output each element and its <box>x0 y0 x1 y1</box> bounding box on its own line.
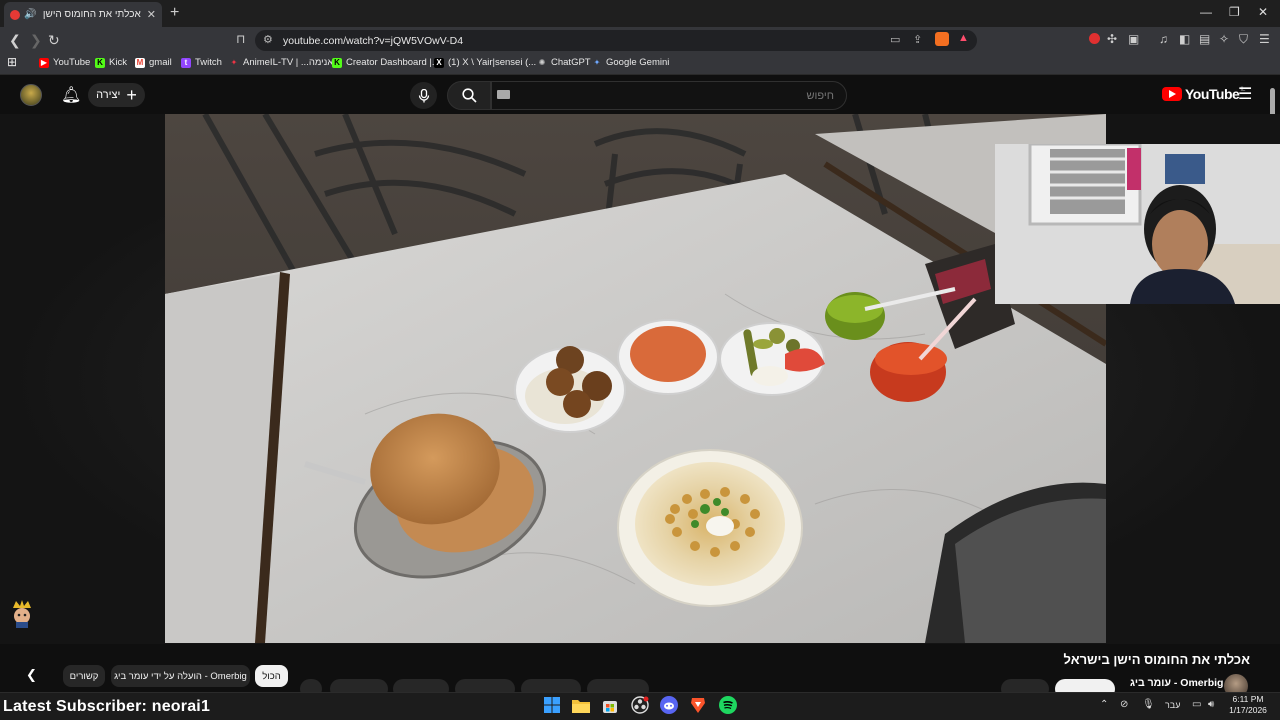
bookmark-gmail[interactable]: Mgmail <box>135 57 172 68</box>
guide-menu-icon[interactable]: ☰ <box>1238 84 1252 104</box>
file-explorer-icon[interactable] <box>572 696 590 714</box>
url-text: youtube.com/watch?v=jQW5VOwV-D4 <box>283 34 464 47</box>
search-input[interactable] <box>491 81 847 110</box>
volume-icon[interactable]: 🔊︎ <box>1208 699 1214 710</box>
microphone-icon <box>418 88 429 102</box>
keyboard-icon[interactable] <box>497 90 510 99</box>
video-player[interactable] <box>165 114 1106 643</box>
brave-shields-icon[interactable] <box>935 32 949 46</box>
recording-icon <box>10 9 20 20</box>
close-tab-icon[interactable]: ✕ <box>147 8 156 21</box>
minimize-icon[interactable]: — <box>1200 5 1212 19</box>
brave-rewards-icon[interactable]: ▲ <box>958 32 969 44</box>
create-label: יצירה <box>96 89 121 101</box>
vpn-shield-icon[interactable]: ⛉ <box>1239 32 1248 47</box>
animeil-icon: ✦ <box>230 57 238 67</box>
extensions-icon[interactable]: ✣ <box>1107 32 1117 46</box>
bookmark-chatgpt[interactable]: ✺ ChatGPT <box>537 57 591 68</box>
back-icon[interactable]: ❮ <box>9 32 21 49</box>
tray-overflow-icon[interactable]: ⌃ <box>1100 699 1108 710</box>
cast-icon[interactable]: ▭ <box>890 33 900 46</box>
forward-icon[interactable]: ❯ <box>30 32 42 49</box>
microphone-tray-icon[interactable]: 🎙︎ <box>1142 699 1155 710</box>
spotify-icon[interactable] <box>719 696 737 714</box>
youtube-logo[interactable]: YouTube IL <box>1162 86 1245 102</box>
browser-menu-icon[interactable]: ☰ <box>1259 32 1270 46</box>
bookmark-animeil[interactable]: ✦ AnimeIL-TV | ...אנימה <box>229 57 334 68</box>
twitch-icon: t <box>181 57 191 68</box>
bookmark-x[interactable]: X (1) X \ Yair|sensei (... <box>434 57 536 68</box>
youtube-play-icon <box>1162 87 1182 101</box>
gmail-icon: M <box>135 57 145 68</box>
new-tab-icon[interactable]: + <box>170 4 179 22</box>
obs-icon[interactable] <box>631 696 649 714</box>
create-button[interactable]: יצירה + <box>88 83 145 107</box>
taskbar-clock[interactable]: 6:11 PM 1/17/2026 <box>1226 694 1270 716</box>
network-off-icon[interactable]: ⊘ <box>1120 699 1128 710</box>
webcam-feed <box>995 144 1280 304</box>
youtube-icon: ▶ <box>39 57 49 68</box>
restore-icon[interactable]: ❐ <box>1229 5 1240 19</box>
chip-uploaded-by[interactable]: הועלה על ידי עומר ביג - Omerbig <box>111 665 250 687</box>
youtube-logo-text: YouTube <box>1185 86 1240 102</box>
extension-record-icon[interactable] <box>1089 33 1100 44</box>
kick-icon: K <box>332 57 342 68</box>
browser-tab[interactable]: 🔊 אכלתי את החומוס הישן בישר ✕ <box>4 2 162 27</box>
chatgpt-icon: ✺ <box>538 57 546 67</box>
clock-date: 1/17/2026 <box>1229 705 1267 715</box>
latest-subscriber-overlay: Latest Subscriber: neorai1 <box>3 698 211 715</box>
site-info-icon[interactable]: ⚙ <box>263 33 273 46</box>
chip-related[interactable]: קשורים <box>63 665 105 687</box>
chip-all[interactable]: הכול <box>255 665 288 687</box>
plus-icon: + <box>126 85 137 105</box>
discord-icon[interactable] <box>660 696 678 714</box>
notifications-bell-icon[interactable]: 🔔︎ <box>61 85 81 105</box>
x-icon: X <box>434 57 444 68</box>
close-window-icon[interactable]: ✕ <box>1258 5 1268 19</box>
microsoft-store-icon[interactable] <box>601 696 619 714</box>
address-bar[interactable]: ⚙ youtube.com/watch?v=jQW5VOwV-D4 ▭ ⇪ ▲ <box>255 30 977 51</box>
bookmark-gemini[interactable]: ✦ Google Gemini <box>592 57 670 68</box>
share-icon[interactable]: ⇪ <box>913 33 922 46</box>
brave-browser-icon[interactable] <box>689 696 707 714</box>
video-frame-food-table <box>165 114 1106 643</box>
search-icon <box>461 88 477 103</box>
extension-box-icon[interactable]: ▣ <box>1128 32 1139 46</box>
browser-toolbar: ❮ ❯ ↻ ⊓ ⚙ youtube.com/watch?v=jQW5VOwV-D… <box>0 27 1280 53</box>
bookmark-icon[interactable]: ⊓ <box>236 32 245 46</box>
display-icon[interactable]: ▭ <box>1192 699 1201 710</box>
browser-tab-bar: 🔊 אכלתי את החומוס הישן בישר ✕ + — ❐ ✕ <box>0 0 1280 27</box>
leo-ai-icon[interactable]: ✧ <box>1219 32 1229 46</box>
kick-icon: K <box>95 57 105 68</box>
gemini-icon: ✦ <box>593 57 601 67</box>
bookmark-creator-dashboard[interactable]: K Creator Dashboard |... <box>332 57 440 68</box>
windows-start-icon[interactable] <box>543 696 561 714</box>
wallet-icon[interactable]: ▤ <box>1199 32 1210 46</box>
tab-title: אכלתי את החומוס הישן בישר <box>40 9 141 20</box>
account-avatar[interactable] <box>20 84 42 106</box>
media-icon[interactable]: ♫ <box>1159 32 1168 46</box>
youtube-header: 🔔︎ יצירה + YouTube IL ☰ <box>0 76 1280 114</box>
reload-icon[interactable]: ↻ <box>48 32 60 49</box>
voice-search-button[interactable] <box>410 82 437 109</box>
streamer-mascot-icon <box>10 598 34 628</box>
webcam-overlay <box>995 144 1280 304</box>
audio-playing-icon[interactable]: 🔊 <box>24 9 36 20</box>
search-button[interactable] <box>447 81 491 110</box>
bookmark-kick[interactable]: K Kick <box>95 57 127 68</box>
sidebar-icon[interactable]: ◧ <box>1179 32 1190 46</box>
video-title: אכלתי את החומוס הישן בישראל <box>1063 652 1250 667</box>
clock-time: 6:11 PM <box>1232 694 1264 704</box>
bookmark-youtube[interactable]: ▶ YouTube <box>39 57 90 68</box>
language-indicator[interactable]: עבר <box>1165 700 1180 710</box>
bookmarks-bar: ⊞ ▶ YouTube K Kick Mgmail t Twitch ✦ AnimeIL… <box>0 53 1280 75</box>
apps-grid-icon[interactable]: ⊞ <box>7 55 17 69</box>
bookmark-twitch[interactable]: t Twitch <box>181 57 222 68</box>
chips-prev-icon[interactable]: ❮ <box>26 667 37 683</box>
channel-name[interactable]: עומר ביג - Omerbig <box>1130 677 1223 689</box>
